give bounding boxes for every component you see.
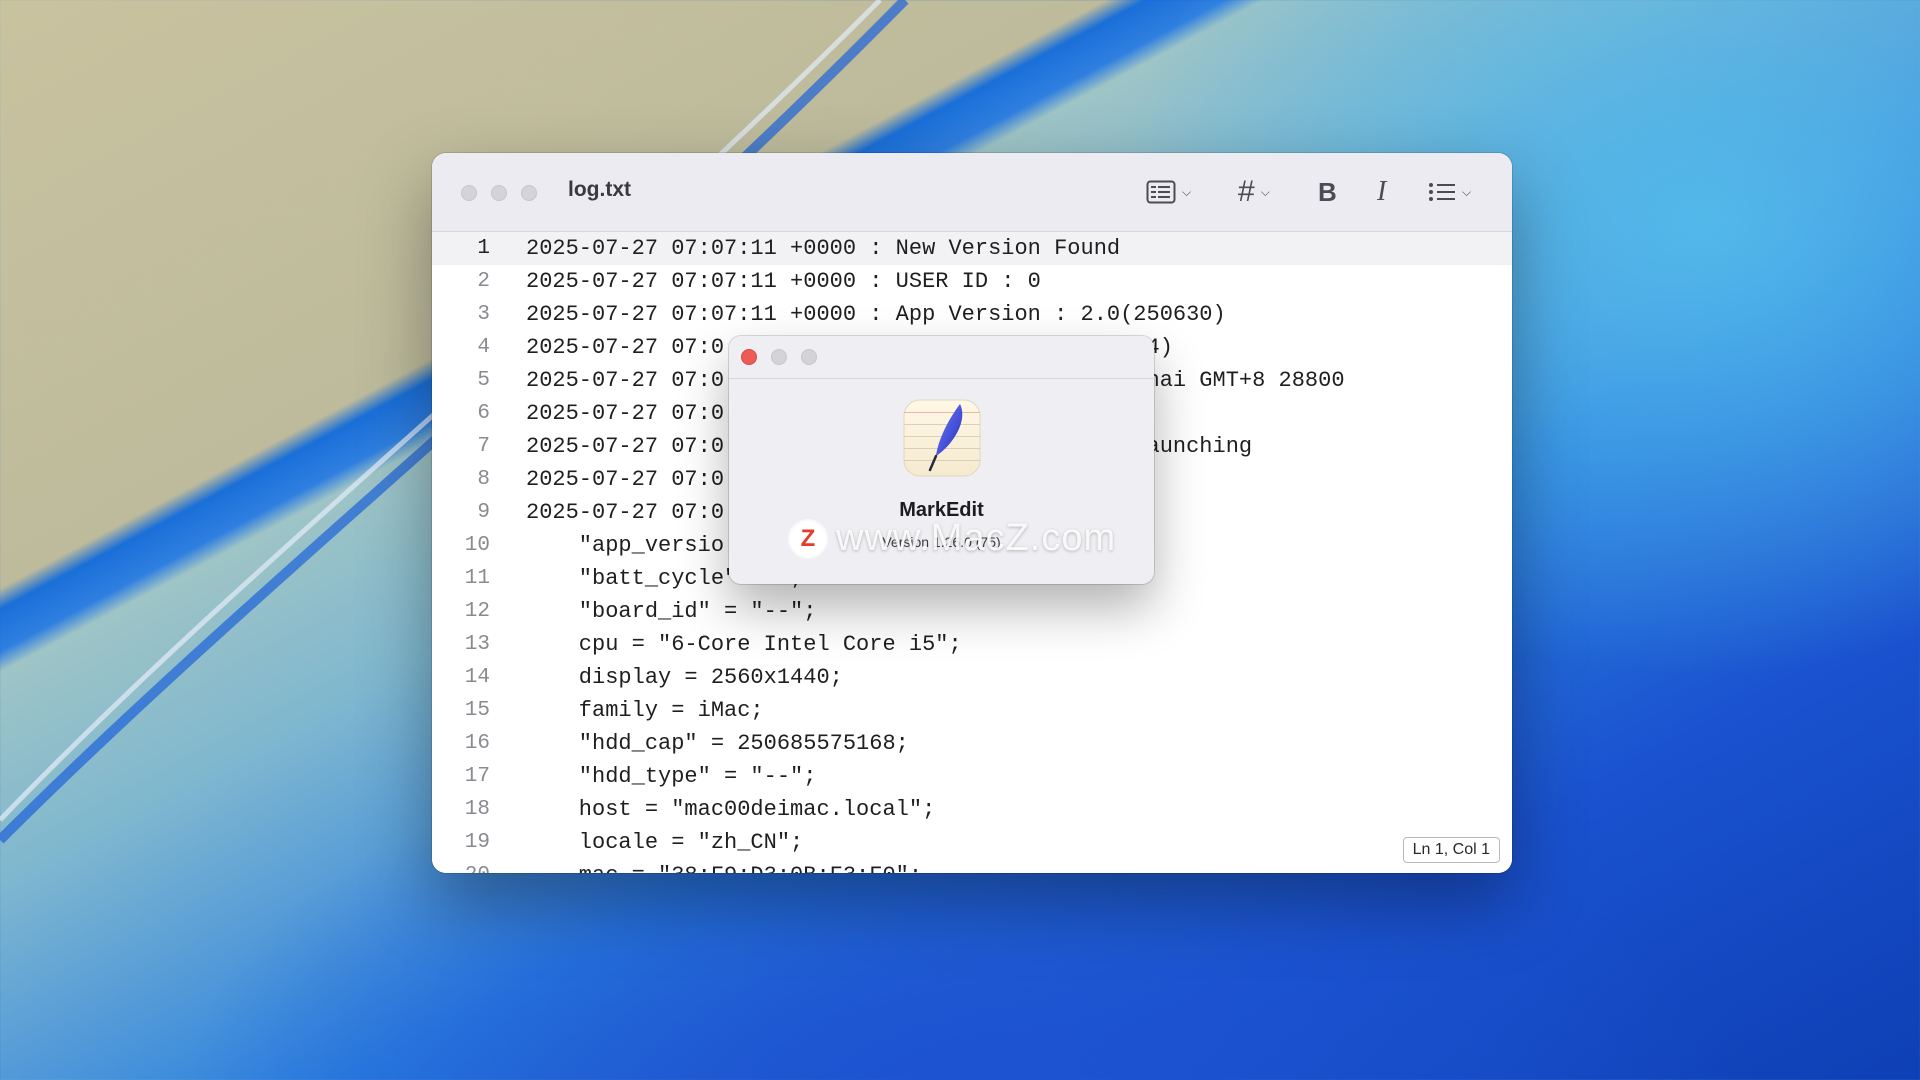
line-number: 20	[432, 859, 490, 873]
about-zoom-button	[801, 349, 817, 365]
editor-line[interactable]: 20 mac = "38:F9:D3:0B:F3:F0";	[432, 859, 1512, 873]
line-text: locale = "zh_CN";	[526, 830, 804, 855]
editor-line[interactable]: 3 2025-07-27 07:07:11 +0000 : App Version…	[432, 298, 1512, 331]
line-number: 15	[464, 699, 490, 722]
line-text: 2025-07-27 07:0	[526, 467, 725, 492]
about-minimize-button	[771, 349, 787, 365]
watermark: Z www.MacZ.com	[790, 517, 1116, 560]
hash-icon: #	[1238, 175, 1255, 208]
chevron-down-icon: ⌵	[1462, 184, 1472, 199]
close-button[interactable]	[461, 185, 477, 201]
line-number: 4	[477, 336, 490, 359]
line-text: mac = "38:F9:D3:0B:F3:F0";	[526, 859, 922, 873]
about-close-button[interactable]	[741, 349, 757, 365]
watermark-text: www.MacZ.com	[836, 517, 1117, 559]
line-number: 18	[464, 798, 490, 821]
line-text: family = iMac;	[526, 698, 764, 723]
line-text: display = 2560x1440;	[526, 665, 843, 690]
line-number: 13	[464, 633, 490, 656]
window-title: log.txt	[568, 178, 631, 201]
editor-line[interactable]: 17 "hdd_type" = "--";	[432, 760, 1512, 793]
line-number: 17	[464, 765, 490, 788]
line-text: 2025-07-27 07:0	[526, 401, 725, 426]
line-number: 11	[464, 567, 490, 590]
line-text: "board_id" = "--";	[526, 599, 817, 624]
line-text: "app_versio	[526, 533, 725, 558]
line-text: 2025-07-27 07:07:11 +0000 : New Version …	[526, 236, 1121, 261]
line-number: 3	[477, 303, 490, 326]
editor-line[interactable]: 13 cpu = "6-Core Intel Core i5";	[432, 628, 1512, 661]
bold-icon: B	[1318, 176, 1337, 207]
line-text: "hdd_cap" = 250685575168;	[526, 731, 909, 756]
editor-line[interactable]: 14 display = 2560x1440;	[432, 661, 1512, 694]
editor-line[interactable]: 15 family = iMac;	[432, 694, 1512, 727]
line-number: 2	[477, 270, 490, 293]
line-number: 1	[477, 237, 490, 260]
editor-line[interactable]: 16 "hdd_cap" = 250685575168;	[432, 727, 1512, 760]
title-bar[interactable]: log.txt ⌵ # ⌵ B I ⌵	[432, 153, 1512, 232]
line-number: 6	[477, 402, 490, 425]
line-number: 8	[477, 468, 490, 491]
watermark-logo-icon: Z	[790, 520, 826, 557]
italic-icon: I	[1377, 176, 1387, 207]
editor-line[interactable]: 1 2025-07-27 07:07:11 +0000 : New Version…	[432, 232, 1512, 265]
list-icon	[1429, 183, 1455, 201]
outline-icon	[1146, 180, 1176, 204]
line-text: 2025-07-27 07:07:11 +0000 : USER ID : 0	[526, 269, 1041, 294]
line-text: "hdd_type" = "--";	[526, 764, 817, 789]
line-number: 14	[464, 666, 490, 689]
minimize-button[interactable]	[491, 185, 507, 201]
editor-line[interactable]: 19 locale = "zh_CN";	[432, 826, 1512, 859]
cursor-position-status[interactable]: Ln 1, Col 1	[1402, 837, 1500, 863]
line-number: 7	[477, 435, 490, 458]
line-number: 19	[464, 831, 490, 854]
line-text: 2025-07-27 07:07:11 +0000 : App Version …	[526, 302, 1226, 327]
editor-line[interactable]: 2 2025-07-27 07:07:11 +0000 : USER ID : 0	[432, 265, 1512, 298]
line-number: 10	[464, 534, 490, 557]
line-number: 9	[477, 501, 490, 524]
table-of-contents-button[interactable]: ⌵	[1146, 173, 1191, 211]
zoom-button[interactable]	[521, 185, 537, 201]
line-number: 12	[464, 600, 490, 623]
about-title-bar[interactable]	[729, 336, 1154, 379]
line-text: host = "mac00deimac.local";	[526, 797, 936, 822]
bold-button[interactable]: B	[1318, 173, 1337, 211]
heading-button[interactable]: # ⌵	[1238, 173, 1270, 211]
line-number: 16	[464, 732, 490, 755]
editor-line[interactable]: 12 "board_id" = "--";	[432, 595, 1512, 628]
line-text: 2025-07-27 07:0	[526, 500, 725, 525]
line-number: 5	[477, 369, 490, 392]
list-button[interactable]: ⌵	[1428, 173, 1471, 211]
editor-line[interactable]: 18 host = "mac00deimac.local";	[432, 793, 1512, 826]
chevron-down-icon: ⌵	[1260, 184, 1270, 199]
markedit-app-icon	[903, 399, 981, 477]
chevron-down-icon: ⌵	[1182, 184, 1192, 199]
line-text: cpu = "6-Core Intel Core i5";	[526, 632, 962, 657]
italic-button[interactable]: I	[1377, 173, 1386, 211]
